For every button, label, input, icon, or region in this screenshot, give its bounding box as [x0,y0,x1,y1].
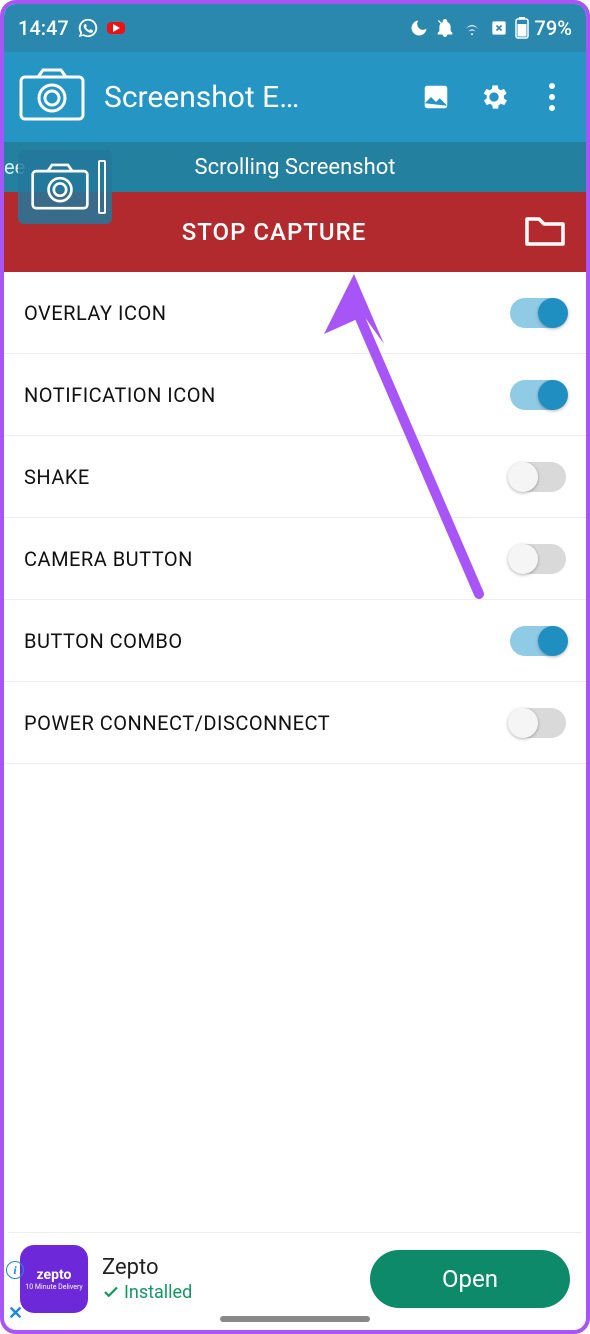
pencil-icon [98,160,106,214]
recording-icon [107,22,125,34]
ad-banner: i ✕ zepto 10 Minute Delivery Zepto Insta… [8,1232,582,1324]
settings-row: CAMERA BUTTON [4,518,586,600]
ad-info-icon[interactable]: i [6,1261,24,1279]
settings-row-label: CAMERA BUTTON [24,547,510,571]
settings-button[interactable] [474,81,514,113]
status-time: 14:47 [18,16,69,40]
ad-close-icon[interactable]: ✕ [8,1303,23,1324]
toggle-switch[interactable] [510,708,566,738]
toggle-switch[interactable] [510,626,566,656]
settings-row: NOTIFICATION ICON [4,354,586,436]
whatsapp-icon [77,17,99,39]
status-bar: 14:47 79% [4,4,586,52]
settings-row: BUTTON COMBO [4,600,586,682]
settings-row-label: BUTTON COMBO [24,629,510,653]
settings-row-label: OVERLAY ICON [24,301,510,325]
overflow-menu-button[interactable] [532,82,572,112]
ad-installed-label: Installed [102,1282,356,1303]
settings-row: SHAKE [4,436,586,518]
settings-list: OVERLAY ICON NOTIFICATION ICON SHAKE CAMERA… [4,272,586,764]
toggle-switch[interactable] [510,380,566,410]
app-logo-camera-icon [18,67,86,127]
toggle-switch[interactable] [510,298,566,328]
no-sim-icon [489,18,509,38]
toggle-switch[interactable] [510,544,566,574]
settings-row: OVERLAY ICON [4,272,586,354]
app-title: Screenshot E… [104,80,398,115]
dnd-moon-icon [409,18,429,38]
settings-row-label: NOTIFICATION ICON [24,383,510,407]
nav-handle[interactable] [220,1316,370,1322]
ad-app-title: Zepto [102,1255,356,1280]
settings-row: POWER CONNECT/DISCONNECT [4,682,586,764]
toggle-switch[interactable] [510,462,566,492]
wifi-icon [461,17,483,39]
floating-capture-overlay[interactable] [18,150,112,224]
app-bar: Screenshot E… [4,52,586,142]
settings-row-label: POWER CONNECT/DISCONNECT [24,711,510,735]
ad-open-button[interactable]: Open [370,1250,570,1308]
gallery-button[interactable] [416,82,456,112]
settings-row-label: SHAKE [24,465,510,489]
battery-percent: 79% [535,16,572,40]
folder-button[interactable] [524,213,566,251]
ad-app-icon[interactable]: zepto 10 Minute Delivery [20,1245,88,1313]
mute-bell-icon [435,18,455,38]
battery-icon [515,17,529,39]
tab-scrolling-screenshot[interactable]: Scrolling Screenshot [195,155,396,180]
